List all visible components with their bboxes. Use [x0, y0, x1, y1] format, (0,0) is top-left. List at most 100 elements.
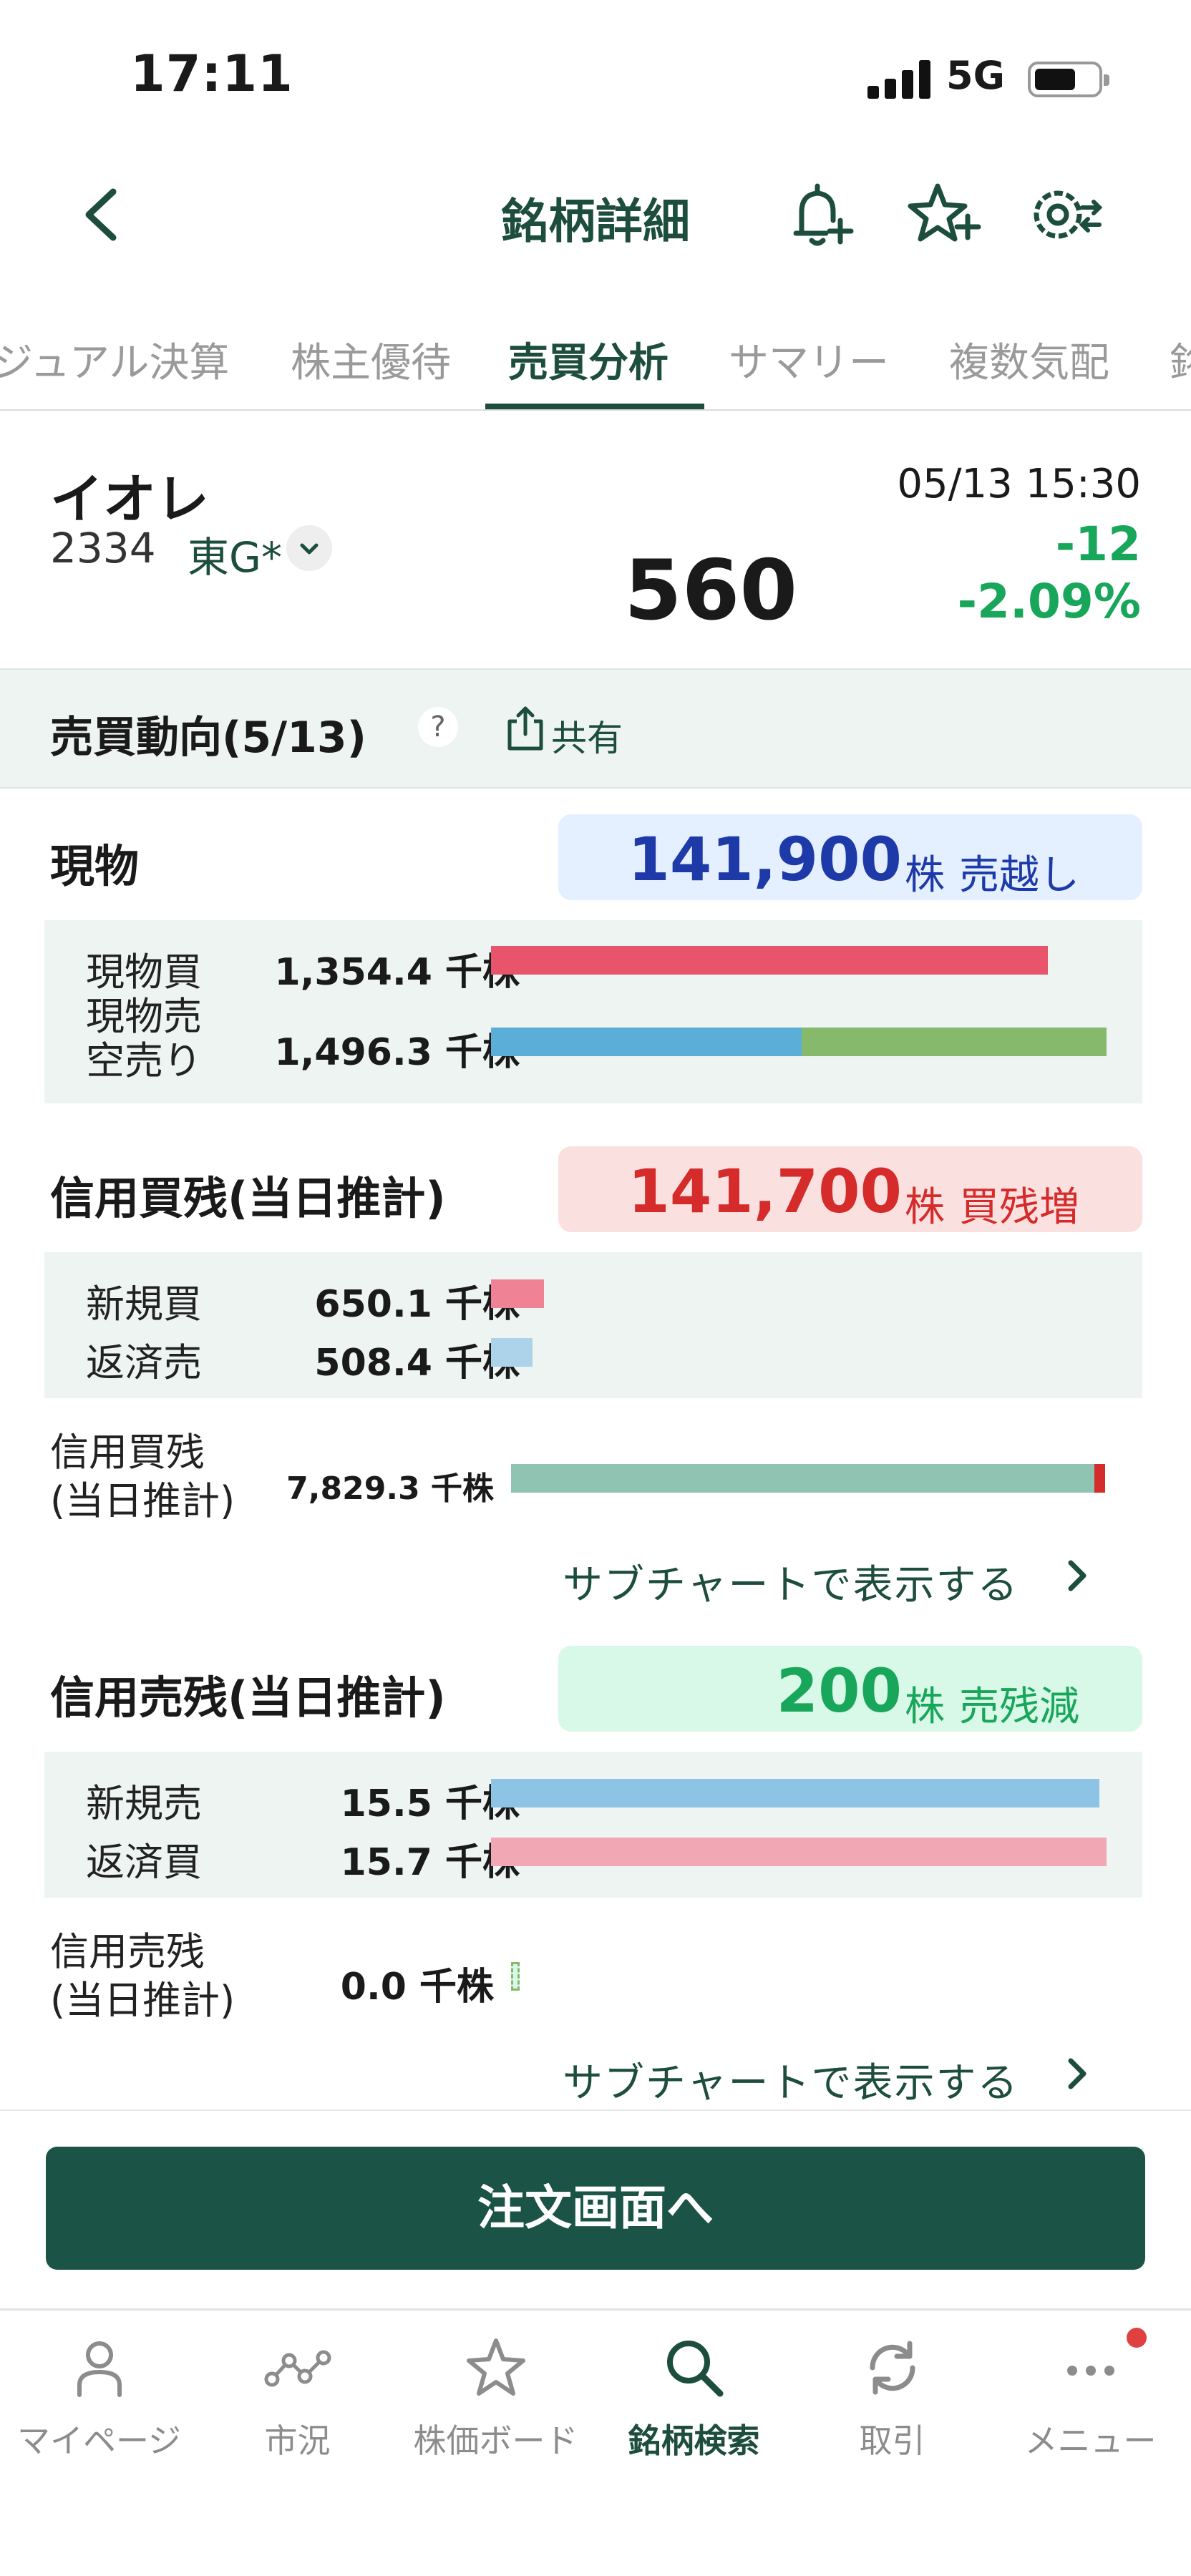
status-bar: 17:11 5G — [0, 0, 1191, 150]
tab-trade-analysis[interactable]: 売買分析 — [508, 331, 669, 389]
margin-sell-panel: 新規売 15.5 千株 返済買 15.7 千株 — [44, 1752, 1142, 1898]
tab-multiple-quotes[interactable]: 複数気配 — [949, 331, 1109, 389]
star-icon — [466, 2338, 525, 2396]
margin-new-buy-bar — [491, 1279, 544, 1308]
nav-stock-board[interactable]: 株価ボード — [397, 2332, 595, 2462]
margin-new-sell-value: 15.5 千株 — [340, 1782, 520, 1825]
battery-icon — [1028, 62, 1109, 97]
spot-sell-bar — [491, 1028, 802, 1056]
help-icon[interactable]: ? — [418, 707, 458, 747]
tab-bar: ジュアル決算 株主優待 売買分析 サマリー 複数気配 銘 — [0, 315, 1191, 411]
short-sell-bar — [802, 1028, 1107, 1056]
margin-sell-balance-label-1: 信用売残 — [50, 1929, 205, 1974]
order-button[interactable]: 注文画面へ — [46, 2147, 1145, 2270]
tab-next[interactable]: 銘 — [1170, 331, 1191, 389]
margin-sell-balance-value: 0.0 千株 — [340, 1966, 494, 2009]
refresh-icon — [869, 2341, 915, 2395]
chevron-right-icon[interactable] — [1062, 1556, 1094, 1596]
margin-repay-sell-value: 508.4 千株 — [314, 1342, 520, 1385]
margin-new-buy-value: 650.1 千株 — [314, 1283, 520, 1326]
margin-buy-increase-bar — [1094, 1464, 1105, 1493]
margin-sell-balance-bar — [511, 1962, 520, 1991]
nav-stock-search-label: 銘柄検索 — [628, 2421, 760, 2460]
stock-price: 560 — [624, 542, 798, 639]
settings-icon[interactable] — [1025, 176, 1104, 255]
notification-dot — [1127, 2328, 1147, 2348]
margin-sell-subchart-link[interactable]: サブチャートで表示する — [563, 2051, 1019, 2109]
margin-new-buy-label: 新規買 — [86, 1282, 202, 1327]
status-time: 17:11 — [130, 44, 293, 103]
person-icon — [77, 2341, 122, 2397]
bell-plus-icon[interactable] — [780, 176, 859, 255]
margin-repay-buy-value: 15.7 千株 — [340, 1841, 520, 1884]
nav-market-label: 市況 — [264, 2421, 331, 2460]
spot-title: 現物 — [50, 840, 140, 892]
stock-code: 2334 — [50, 524, 156, 572]
nav-stock-board-label: 株価ボード — [413, 2421, 578, 2460]
margin-repay-sell-label: 返済売 — [86, 1340, 202, 1385]
margin-buy-balance-label-1: 信用買残 — [50, 1430, 205, 1475]
margin-sell-badge-value: 200 — [776, 1656, 902, 1726]
price-timestamp: 05/13 15:30 — [897, 461, 1141, 507]
network-label: 5G — [946, 53, 1005, 98]
spot-panel: 現物買 1,354.4 千株 現物売 空売り 1,496.3 千株 — [44, 920, 1142, 1103]
nav-stock-search[interactable]: 銘柄検索 — [595, 2332, 793, 2462]
margin-buy-panel: 新規買 650.1 千株 返済売 508.4 千株 — [44, 1252, 1142, 1398]
margin-buy-badge-unit: 株 — [905, 1184, 945, 1231]
spot-badge: 141,900 株 売越し — [558, 814, 1142, 900]
spot-sell-label-2: 空売り — [86, 1038, 202, 1083]
margin-new-sell-bar — [491, 1779, 1099, 1807]
nav-mypage[interactable]: マイページ — [0, 2332, 198, 2462]
star-plus-icon[interactable] — [903, 176, 982, 255]
share-icon[interactable] — [505, 703, 545, 753]
stock-name: イオレ — [50, 469, 209, 530]
trade-trend-header: 売買動向(5/13) ? 共有 — [0, 668, 1191, 789]
spot-buy-bar — [491, 946, 1048, 975]
margin-repay-buy-label: 返済買 — [86, 1840, 202, 1885]
nav-trade-label: 取引 — [859, 2421, 925, 2460]
bottom-nav: マイページ 市況 株価ボード 銘柄検索 取引 メニュー — [0, 2308, 1191, 2576]
divider — [0, 2109, 1191, 2111]
margin-buy-badge: 141,700 株 買残増 — [558, 1146, 1142, 1232]
margin-buy-title: 信用買残(当日推計) — [50, 1172, 446, 1224]
margin-buy-subchart-link[interactable]: サブチャートで表示する — [563, 1553, 1019, 1611]
margin-repay-sell-bar — [491, 1338, 533, 1367]
market-icon — [264, 2350, 331, 2387]
chevron-right-icon[interactable] — [1062, 2054, 1094, 2094]
margin-repay-buy-bar — [491, 1838, 1107, 1866]
tab-shareholder-benefits[interactable]: 株主優待 — [291, 331, 451, 389]
spot-sell-value: 1,496.3 千株 — [274, 1031, 520, 1074]
page-title: 銘柄詳細 — [501, 194, 690, 249]
chevron-down-icon[interactable] — [286, 525, 332, 571]
trade-trend-title: 売買動向(5/13) — [50, 713, 367, 763]
spot-buy-label: 現物買 — [86, 950, 202, 995]
nav-trade[interactable]: 取引 — [793, 2332, 991, 2462]
margin-sell-title: 信用売残(当日推計) — [50, 1672, 446, 1724]
tab-visual-results[interactable]: ジュアル決算 — [0, 331, 229, 389]
margin-buy-badge-value: 141,700 — [628, 1156, 902, 1226]
nav-mypage-label: マイページ — [16, 2421, 182, 2460]
share-label[interactable]: 共有 — [551, 710, 623, 761]
margin-sell-badge: 200 株 売残減 — [558, 1646, 1142, 1732]
tab-active-indicator — [485, 404, 704, 409]
stock-market[interactable]: 東G* — [188, 524, 282, 584]
more-icon — [1066, 2366, 1114, 2376]
nav-menu[interactable]: メニュー — [991, 2332, 1190, 2462]
margin-buy-badge-status: 買残増 — [959, 1184, 1079, 1231]
margin-new-sell-label: 新規売 — [86, 1781, 202, 1826]
app-header: 銘柄詳細 — [0, 150, 1191, 272]
spot-badge-status: 売越し — [959, 852, 1079, 899]
price-change-percent: -2.09% — [957, 574, 1141, 629]
tab-summary[interactable]: サマリー — [729, 331, 889, 389]
spot-badge-unit: 株 — [905, 852, 945, 899]
price-change: -12 — [1055, 517, 1141, 572]
spot-sell-label-1: 現物売 — [86, 994, 202, 1039]
spot-badge-value: 141,900 — [628, 824, 902, 894]
nav-menu-label: メニュー — [1024, 2421, 1157, 2460]
nav-market[interactable]: 市況 — [198, 2332, 397, 2462]
spot-buy-value: 1,354.4 千株 — [274, 951, 520, 994]
spot-sell-label: 現物売 空売り — [86, 995, 202, 1083]
signal-icon — [867, 60, 932, 99]
search-icon — [666, 2341, 723, 2397]
margin-buy-balance-bar — [511, 1464, 1094, 1493]
